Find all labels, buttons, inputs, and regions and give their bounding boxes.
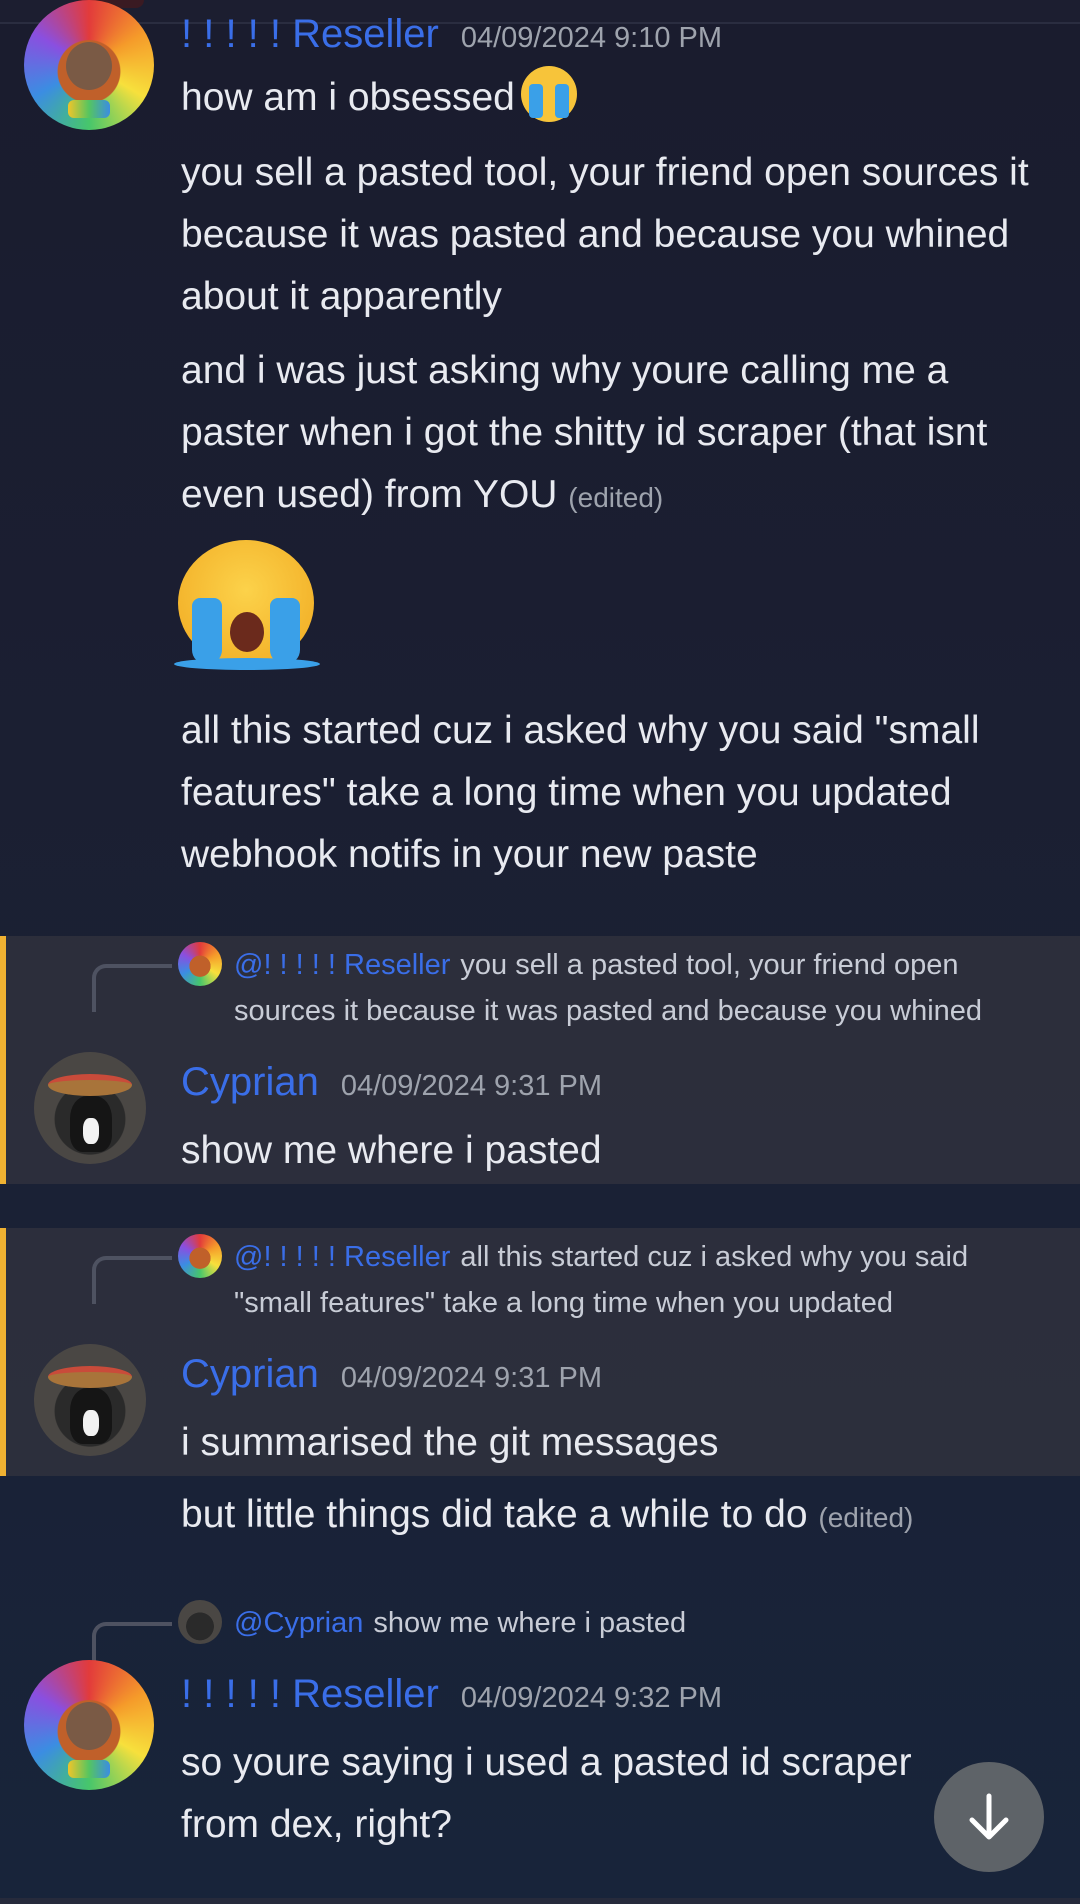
timestamp: 04/09/2024 9:32 PM [460, 1682, 723, 1714]
avatar-face [66, 42, 112, 90]
message-text: and i was just asking why youre calling … [181, 340, 1041, 529]
reply-mention[interactable]: @! ! ! ! ! Reseller [234, 949, 450, 981]
bottom-divider [0, 1898, 1080, 1904]
username[interactable]: Cyprian [181, 1352, 319, 1397]
avatar-cat [70, 1388, 112, 1444]
edited-label: (edited) [818, 1502, 914, 1533]
message-header: Cyprian 04/09/2024 9:31 PM [181, 1352, 602, 1397]
message-text: so youre saying i used a pasted id scrap… [181, 1741, 912, 1846]
reply-reference[interactable]: @! ! ! ! ! Reseller you sell a pasted too… [234, 942, 1044, 1034]
scroll-to-bottom-button[interactable] [934, 1762, 1044, 1872]
message-text: how am i obsessed [181, 66, 1041, 129]
avatar-cyprian[interactable] [34, 1052, 146, 1164]
avatar-cyprian[interactable] [34, 1344, 146, 1456]
message-text: you sell a pasted tool, your friend open… [181, 151, 1029, 318]
loudly-crying-face-emoji-icon [174, 540, 320, 670]
reply-mention[interactable]: @Cyprian [234, 1607, 363, 1639]
username[interactable]: Cyprian [181, 1060, 319, 1105]
reply-snippet: show me where i pasted [373, 1607, 687, 1639]
message-body: but little things did take a while to do [181, 1493, 808, 1536]
reply-avatar-reseller [178, 1234, 222, 1278]
message-text: show me where i pasted [181, 1129, 602, 1172]
message-text: but little things did take a while to do… [181, 1484, 1041, 1549]
crying-face-emoji-icon [520, 66, 577, 122]
reply-mention[interactable]: @! ! ! ! ! Reseller [234, 1241, 450, 1273]
avatar-bow [68, 1760, 110, 1778]
avatar-reseller[interactable] [24, 0, 154, 130]
username[interactable]: ! ! ! ! ! Reseller [181, 12, 439, 57]
message-line: how am i obsessed [181, 76, 515, 119]
avatar-cat [70, 1096, 112, 1152]
reply-connector [92, 964, 172, 1012]
username[interactable]: ! ! ! ! ! Reseller [181, 1672, 439, 1717]
timestamp: 04/09/2024 9:10 PM [460, 22, 723, 54]
reply-reference[interactable]: @! ! ! ! ! Reseller all this started cuz … [234, 1234, 1044, 1326]
avatar-bow [68, 100, 110, 118]
message-text: i summarised the git messages [181, 1421, 719, 1464]
timestamp: 04/09/2024 9:31 PM [340, 1362, 603, 1394]
message-text: all this started cuz i asked why you sai… [181, 709, 980, 876]
reply-reference[interactable]: @Cyprian show me where i pasted [234, 1600, 1044, 1646]
message-header: ! ! ! ! ! Reseller 04/09/2024 9:10 PM [181, 12, 722, 57]
avatar-hat [48, 1366, 132, 1388]
edited-label: (edited) [568, 482, 664, 513]
message-header: ! ! ! ! ! Reseller 04/09/2024 9:32 PM [181, 1672, 722, 1717]
avatar-reseller[interactable] [24, 1660, 154, 1790]
avatar-face [66, 1702, 112, 1750]
reply-connector [92, 1256, 172, 1304]
timestamp: 04/09/2024 9:31 PM [340, 1070, 603, 1102]
reply-avatar-reseller [178, 942, 222, 986]
reply-avatar-cyprian [178, 1600, 222, 1644]
message-header: Cyprian 04/09/2024 9:31 PM [181, 1060, 602, 1105]
arrow-down-icon [969, 1793, 1009, 1840]
avatar-hat [48, 1074, 132, 1096]
